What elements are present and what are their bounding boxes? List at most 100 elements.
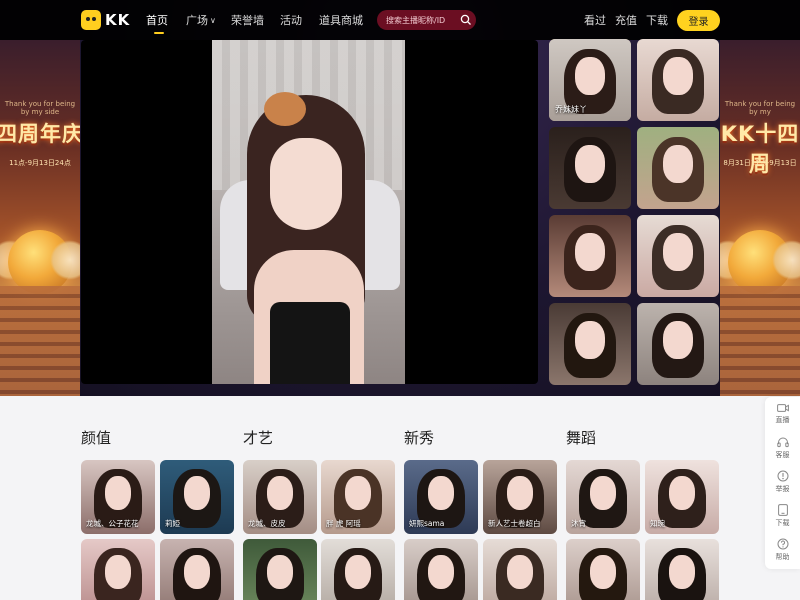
room-card[interactable]: 妍熙sama [404, 460, 478, 534]
banner-left-date: 11点-9月13日24点 [9, 159, 71, 167]
room-card[interactable]: 龙城、皮皮 [243, 460, 317, 534]
nav-home[interactable]: 首页 [146, 12, 168, 34]
kk-logo-icon [81, 10, 101, 30]
live-stream-video[interactable] [212, 40, 405, 384]
room-card[interactable]: 沐宵 [566, 460, 640, 534]
tool-download[interactable]: 下载 [765, 499, 800, 533]
card-face [506, 555, 534, 590]
streamer-thumb[interactable] [549, 215, 631, 297]
chevron-down-icon: ∨ [210, 16, 216, 25]
streamer-thumb[interactable] [549, 303, 631, 385]
card-face [104, 555, 132, 590]
streamer-name: 龙城、皮皮 [248, 519, 286, 528]
thumb-face [663, 57, 693, 95]
streamer-name: 新人艺士卷超白 [488, 519, 541, 528]
card-face [344, 476, 372, 511]
room-card[interactable] [566, 539, 640, 600]
search-box[interactable]: 搜索主播昵称/ID [377, 10, 476, 30]
tool-support[interactable]: 客服 [765, 431, 800, 465]
site-logo[interactable]: KK [81, 10, 130, 30]
room-card[interactable] [483, 539, 557, 600]
tool-help[interactable]: 帮助 [765, 533, 800, 567]
card-face [183, 555, 211, 590]
nav-events[interactable]: 活动 [280, 12, 302, 28]
download-icon [777, 504, 788, 516]
anniversary-banner-left[interactable]: Thank you for being by my side 四周年庆 11点-… [0, 40, 80, 396]
streamer-thumb[interactable] [637, 39, 719, 121]
page: Thank you for being by my side 四周年庆 11点-… [0, 0, 800, 600]
card-face [266, 555, 294, 590]
room-card[interactable] [81, 539, 155, 600]
room-card[interactable] [243, 539, 317, 600]
live-video-player[interactable] [81, 40, 538, 384]
banner-left-tagline: Thank you for being by my side [4, 100, 76, 116]
banner-right-date: 8月31日11点-9月13日 [723, 159, 797, 167]
streamer-thumb[interactable] [549, 127, 631, 209]
tool-label: 帮助 [775, 553, 790, 561]
room-card[interactable]: 胖 虎 阿瑶 [321, 460, 395, 534]
card-face [104, 476, 132, 511]
category-title-beauty[interactable]: 颜值 [81, 427, 111, 448]
nav-plaza-label: 广场 [186, 14, 208, 27]
floating-toolbar: 直播 客服 举报 下载 帮助 [765, 397, 800, 569]
card-face [344, 555, 372, 590]
search-icon[interactable] [456, 10, 476, 30]
streamer-thumb[interactable] [637, 303, 719, 385]
tool-live[interactable]: 直播 [765, 397, 800, 431]
thumb-face [663, 145, 693, 183]
streamer-dress [270, 302, 350, 384]
card-face [668, 476, 696, 511]
card-face [589, 555, 617, 590]
card-face [668, 555, 696, 590]
room-card[interactable] [160, 539, 234, 600]
card-face [589, 476, 617, 511]
streamer-name: 莉婭 [165, 519, 180, 528]
streamer-thumb[interactable] [637, 215, 719, 297]
nav-download[interactable]: 下载 [646, 12, 668, 28]
anniversary-banner-right[interactable]: Thank you for being by my KK十四周 8月31日11点… [720, 40, 800, 396]
report-icon [777, 470, 788, 482]
thumb-face [575, 233, 605, 271]
room-card[interactable] [404, 539, 478, 600]
streamer-name: 乔妹妹丫 [555, 105, 587, 114]
nav-history[interactable]: 看过 [584, 12, 606, 28]
bear-hairclip [264, 92, 306, 126]
thumb-face [663, 233, 693, 271]
card-face [427, 555, 455, 590]
nav-honor-wall[interactable]: 荣誉墙 [231, 12, 264, 28]
login-button[interactable]: 登录 [677, 10, 720, 31]
camera-icon [776, 404, 789, 412]
streamer-name: 沐宵 [571, 519, 586, 528]
streamer-name: 胖 虎 阿瑶 [326, 519, 361, 528]
tool-label: 举报 [775, 485, 790, 493]
streamer-thumb[interactable] [637, 127, 719, 209]
stage-steps-decoration [0, 286, 80, 396]
nav-plaza[interactable]: 广场 ∨ [186, 12, 216, 28]
category-title-dance[interactable]: 舞蹈 [566, 427, 596, 448]
help-icon [777, 538, 788, 550]
card-face [266, 476, 294, 511]
room-card[interactable] [321, 539, 395, 600]
streamer-name: 知琬 [650, 519, 665, 528]
streamer-thumb[interactable]: 乔妹妹丫 [549, 39, 631, 121]
thumb-face [575, 145, 605, 183]
room-card[interactable]: 龙城、公子花花 [81, 460, 155, 534]
nav-recharge[interactable]: 充值 [615, 12, 637, 28]
room-card[interactable] [645, 539, 719, 600]
tool-report[interactable]: 举报 [765, 465, 800, 499]
stage-steps-decoration [720, 286, 800, 396]
top-navigation-bar: KK 首页 广场 ∨ 荣誉墙 活动 道具商城 搜索主播昵称/ID 看过 充值 下载… [0, 0, 800, 40]
thumb-face [663, 321, 693, 359]
tool-label: 客服 [775, 450, 790, 459]
category-title-talent[interactable]: 才艺 [243, 427, 273, 448]
search-input[interactable]: 搜索主播昵称/ID [386, 15, 456, 26]
room-card[interactable]: 莉婭 [160, 460, 234, 534]
room-card[interactable]: 知琬 [645, 460, 719, 534]
streamer-name: 妍熙sama [409, 519, 445, 528]
banner-right-tagline: Thank you for being by my [724, 100, 796, 116]
category-title-newcomer[interactable]: 新秀 [404, 427, 434, 448]
streamer-name: 龙城、公子花花 [86, 519, 139, 528]
nav-prop-store[interactable]: 道具商城 [319, 12, 363, 28]
streamer-face [270, 138, 342, 230]
room-card[interactable]: 新人艺士卷超白 [483, 460, 557, 534]
